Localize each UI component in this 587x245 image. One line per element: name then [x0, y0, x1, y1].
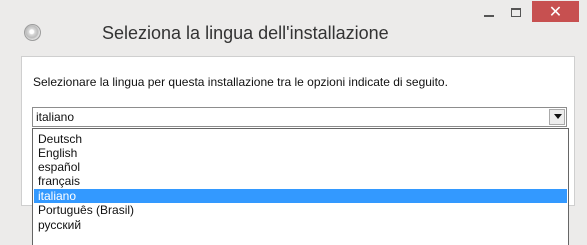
chevron-down-icon — [554, 114, 562, 119]
language-options-list[interactable]: Deutsch English español français italian… — [32, 128, 569, 245]
disc-icon — [24, 24, 41, 41]
language-option-espanol[interactable]: español — [34, 160, 567, 174]
close-button[interactable]: ✕ — [532, 1, 579, 22]
language-option-portugues-brasil[interactable]: Português (Brasil) — [34, 203, 567, 217]
maximize-button[interactable] — [503, 2, 529, 24]
selected-language: italiano — [36, 110, 75, 124]
maximize-icon — [511, 8, 521, 17]
minimize-button[interactable] — [476, 2, 502, 24]
language-option-francais[interactable]: français — [34, 174, 567, 188]
close-icon: ✕ — [548, 1, 563, 21]
language-option-english[interactable]: English — [34, 146, 567, 160]
language-option-russian[interactable]: русский — [34, 218, 567, 232]
dropdown-button[interactable] — [549, 109, 565, 125]
language-option-deutsch[interactable]: Deutsch — [34, 132, 567, 146]
installer-language-dialog: Seleziona la lingua dell'installazione ✕… — [0, 0, 587, 245]
language-option-italiano[interactable]: italiano — [34, 189, 567, 203]
minimize-icon — [484, 15, 494, 17]
instruction-text: Selezionare la lingua per questa install… — [33, 75, 448, 89]
language-select[interactable]: italiano — [32, 107, 567, 127]
window-title: Seleziona la lingua dell'installazione — [102, 23, 389, 43]
title-bar[interactable]: Seleziona la lingua dell'installazione ✕ — [0, 0, 587, 54]
